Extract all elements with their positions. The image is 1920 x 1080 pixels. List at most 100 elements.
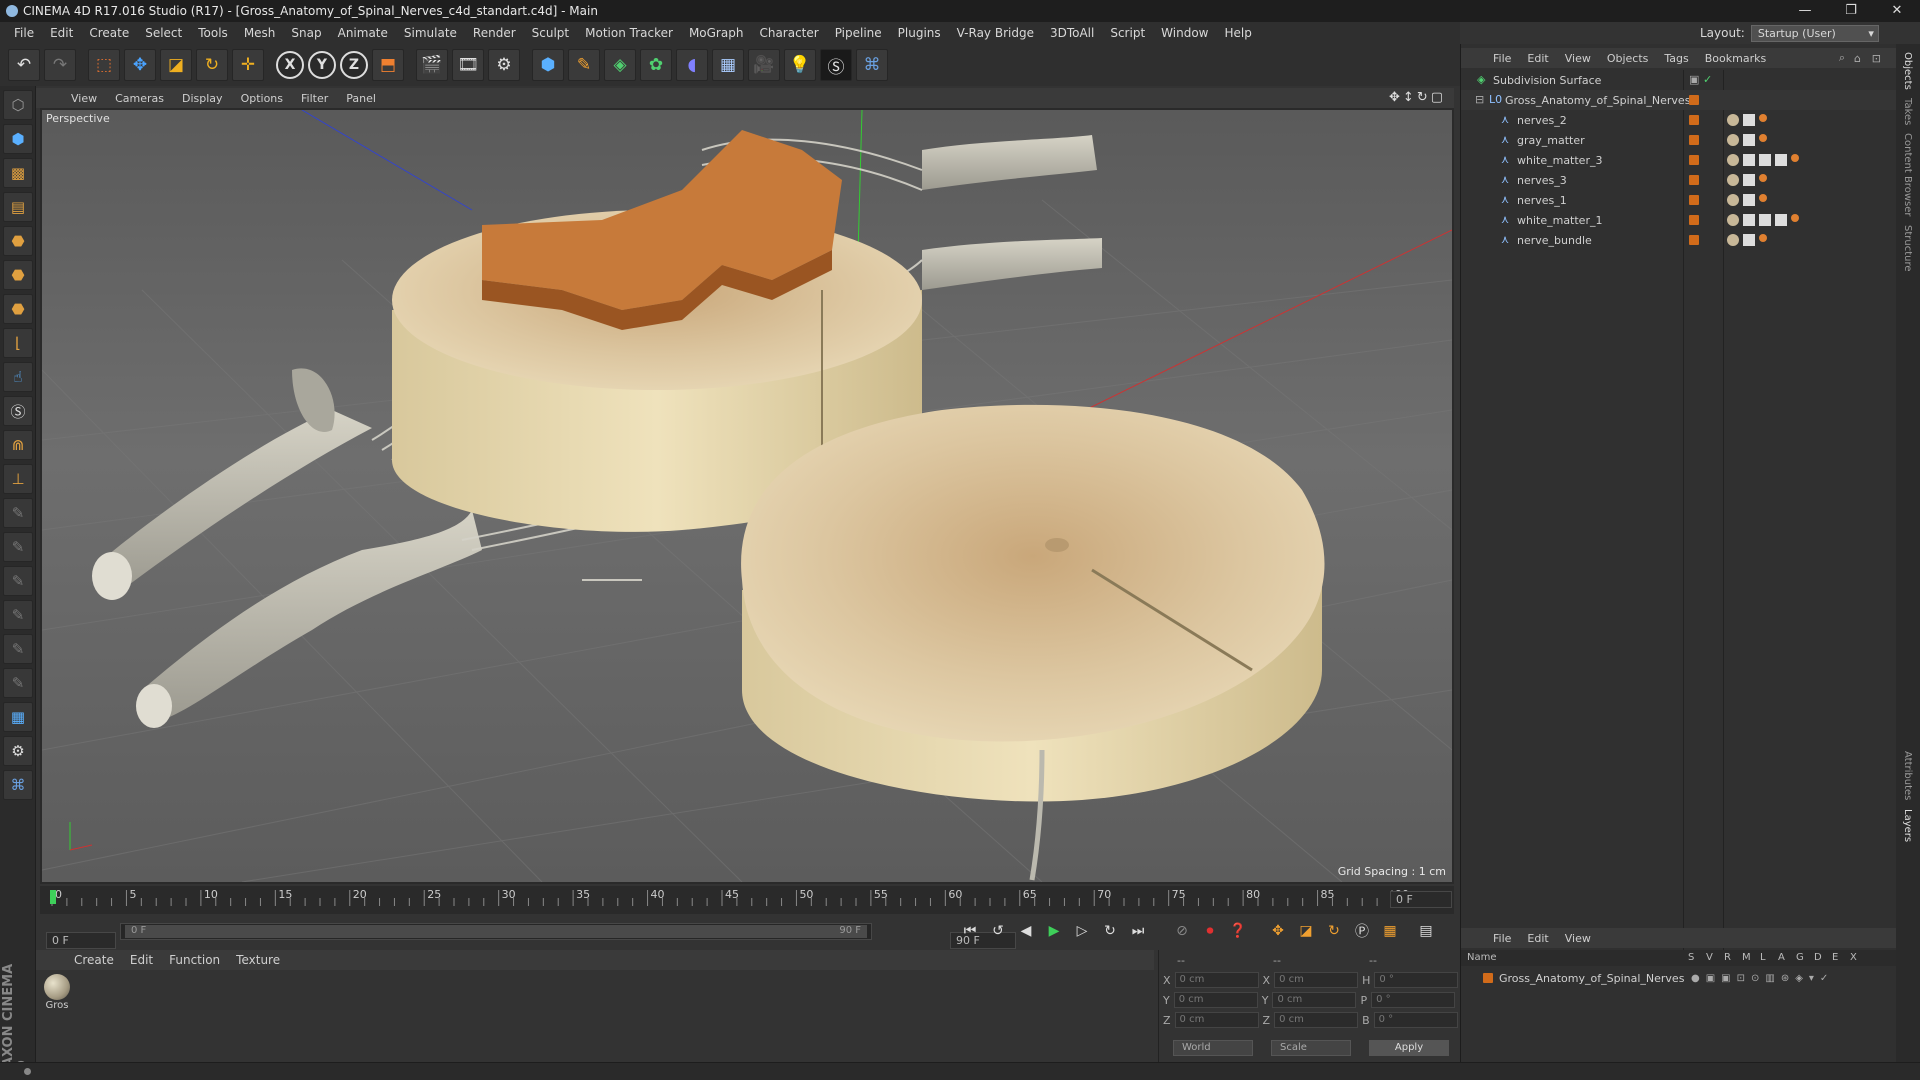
- move-icon[interactable]: ✥: [124, 49, 156, 81]
- texture-mode-icon[interactable]: ▩: [3, 158, 33, 188]
- rotation-b-field[interactable]: 0 °: [1373, 1012, 1458, 1028]
- viewport-menu-cameras[interactable]: Cameras: [106, 92, 173, 105]
- render-to-picture-viewer-icon[interactable]: 🎞: [452, 49, 484, 81]
- key-scale-icon[interactable]: ◪: [1294, 919, 1318, 943]
- objects-menu-objects[interactable]: Objects: [1599, 52, 1657, 65]
- menu-plugins[interactable]: Plugins: [890, 26, 949, 40]
- checkmark-icon[interactable]: ✓: [1703, 74, 1713, 86]
- layer-column-view[interactable]: V: [1706, 952, 1713, 963]
- menu-character[interactable]: Character: [751, 26, 826, 40]
- selection-tag-icon[interactable]: [1791, 154, 1799, 162]
- sculpt-brush-icon-5[interactable]: ✎: [3, 634, 33, 664]
- object-row-nerves-1[interactable]: ⋏ nerves_1: [1461, 190, 1897, 210]
- side-tab-layers[interactable]: Layers: [1902, 809, 1913, 842]
- side-tab-content-browser[interactable]: Content Browser: [1902, 133, 1913, 216]
- collapse-icon[interactable]: ⊟: [1475, 94, 1485, 106]
- position-x-field[interactable]: 0 cm: [1174, 972, 1259, 988]
- uvw-tag-icon[interactable]: [1775, 214, 1787, 226]
- vray-icon[interactable]: Ⓢ: [820, 49, 852, 81]
- layer-column-generators[interactable]: G: [1796, 952, 1804, 963]
- size-x-field[interactable]: 0 cm: [1274, 972, 1359, 988]
- frame-range-slider[interactable]: 0 F 90 F: [120, 923, 872, 940]
- object-row-nerves-3[interactable]: ⋏ nerves_3: [1461, 170, 1897, 190]
- material-swatch[interactable]: Gros: [42, 974, 72, 1014]
- menu-animate[interactable]: Animate: [330, 26, 396, 40]
- edit-render-settings-icon[interactable]: ⚙: [488, 49, 520, 81]
- object-row-nerves-2[interactable]: ⋏ nerves_2: [1461, 110, 1897, 130]
- object-row-white-matter-1[interactable]: ⋏ white_matter_1: [1461, 210, 1897, 230]
- coordinate-mode-select[interactable]: World: [1173, 1040, 1253, 1056]
- menu-sculpt[interactable]: Sculpt: [524, 26, 577, 40]
- menu-edit[interactable]: Edit: [42, 26, 81, 40]
- subdivision-surface-icon[interactable]: ◈: [604, 49, 636, 81]
- workplane-icon[interactable]: ⊥: [3, 464, 33, 494]
- transform-icon[interactable]: ✛: [232, 49, 264, 81]
- tweak-mode-icon[interactable]: ☝: [3, 362, 33, 392]
- camera-icon[interactable]: 🎥: [748, 49, 780, 81]
- menu-window[interactable]: Window: [1153, 26, 1216, 40]
- layer-column-expressions[interactable]: E: [1832, 952, 1838, 963]
- layer-color-icon[interactable]: [1689, 155, 1699, 165]
- keyframe-selection-icon[interactable]: ❓: [1226, 919, 1250, 943]
- viewport-menu-display[interactable]: Display: [173, 92, 232, 105]
- previous-frame-icon[interactable]: ◀: [1014, 919, 1038, 943]
- python-icon[interactable]: ⌘: [856, 49, 888, 81]
- light-icon[interactable]: 💡: [784, 49, 816, 81]
- object-row-gray-matter[interactable]: ⋏ gray_matter: [1461, 130, 1897, 150]
- selection-tag-icon[interactable]: [1759, 114, 1767, 122]
- uvw-tag-icon[interactable]: [1743, 194, 1755, 206]
- layer-color-icon[interactable]: [1689, 215, 1699, 225]
- menu-pipeline[interactable]: Pipeline: [827, 26, 890, 40]
- material-tag-icon[interactable]: [1727, 154, 1739, 166]
- objects-menu-file[interactable]: File: [1485, 52, 1519, 65]
- axis-mode-icon[interactable]: ⌊: [3, 328, 33, 358]
- cube-primitive-icon[interactable]: ⬢: [532, 49, 564, 81]
- layer-column-xref[interactable]: X: [1850, 952, 1857, 963]
- material-menu-create[interactable]: Create: [66, 953, 122, 967]
- layer-color-icon[interactable]: [1689, 175, 1699, 185]
- layer-color-icon[interactable]: [1689, 235, 1699, 245]
- layer-column-render[interactable]: R: [1724, 952, 1731, 963]
- menu-file[interactable]: File: [6, 26, 42, 40]
- render-view-icon[interactable]: 🎬: [416, 49, 448, 81]
- play-icon[interactable]: ▶: [1042, 919, 1066, 943]
- material-menu-edit[interactable]: Edit: [122, 953, 161, 967]
- enable-toggle-icon[interactable]: ▣: [1689, 74, 1699, 86]
- object-row-gross-anatomy[interactable]: ⊟ L0 Gross_Anatomy_of_Spinal_Nerves: [1461, 90, 1897, 110]
- side-tab-objects[interactable]: Objects: [1902, 52, 1913, 90]
- key-rotation-icon[interactable]: ↻: [1322, 919, 1346, 943]
- position-y-field[interactable]: 0 cm: [1173, 992, 1258, 1008]
- menu-render[interactable]: Render: [465, 26, 524, 40]
- menu-select[interactable]: Select: [137, 26, 190, 40]
- selection-tag-icon[interactable]: [1791, 214, 1799, 222]
- spline-pen-icon[interactable]: ✎: [568, 49, 600, 81]
- menu-vray-bridge[interactable]: V-Ray Bridge: [949, 26, 1042, 40]
- object-row-nerve-bundle[interactable]: ⋏ nerve_bundle: [1461, 230, 1897, 250]
- layer-flag-icons[interactable]: ●▣▣⊡⊙▥⊛◈▾✓: [1691, 973, 1834, 984]
- material-menu-function[interactable]: Function: [161, 953, 228, 967]
- material-tag-icon[interactable]: [1727, 114, 1739, 126]
- timeline-ruler[interactable]: 051015202530354045505560657075808590 0 F: [40, 886, 1454, 914]
- edges-mode-icon[interactable]: ⬣: [3, 260, 33, 290]
- scale-icon[interactable]: ◪: [160, 49, 192, 81]
- coordinate-system-icon[interactable]: ⬒: [372, 49, 404, 81]
- layout-select[interactable]: Startup (User): [1750, 24, 1879, 42]
- model-mode-icon[interactable]: ⬢: [3, 124, 33, 154]
- points-mode-icon[interactable]: ⬣: [3, 226, 33, 256]
- viewport-navigation-icons[interactable]: ✥↕↻▢: [1389, 90, 1446, 105]
- selection-tag-icon[interactable]: [1759, 234, 1767, 242]
- make-editable-icon[interactable]: ⬡: [3, 90, 33, 120]
- next-frame-icon[interactable]: ▷: [1070, 919, 1094, 943]
- material-tag-icon[interactable]: [1727, 214, 1739, 226]
- apply-button[interactable]: Apply: [1369, 1040, 1449, 1056]
- menu-create[interactable]: Create: [81, 26, 137, 40]
- selection-tag-icon[interactable]: [1759, 194, 1767, 202]
- menu-tools[interactable]: Tools: [190, 26, 236, 40]
- deformer-icon[interactable]: ◖: [676, 49, 708, 81]
- material-tag-icon[interactable]: [1727, 234, 1739, 246]
- snap-icon[interactable]: Ⓢ: [3, 396, 33, 426]
- loop-icon[interactable]: ↻: [1098, 919, 1122, 943]
- x-axis-lock-icon[interactable]: X: [276, 51, 304, 79]
- mograph-cloner-icon[interactable]: ✿: [640, 49, 672, 81]
- timeline-window-icon[interactable]: ▤: [1414, 919, 1438, 943]
